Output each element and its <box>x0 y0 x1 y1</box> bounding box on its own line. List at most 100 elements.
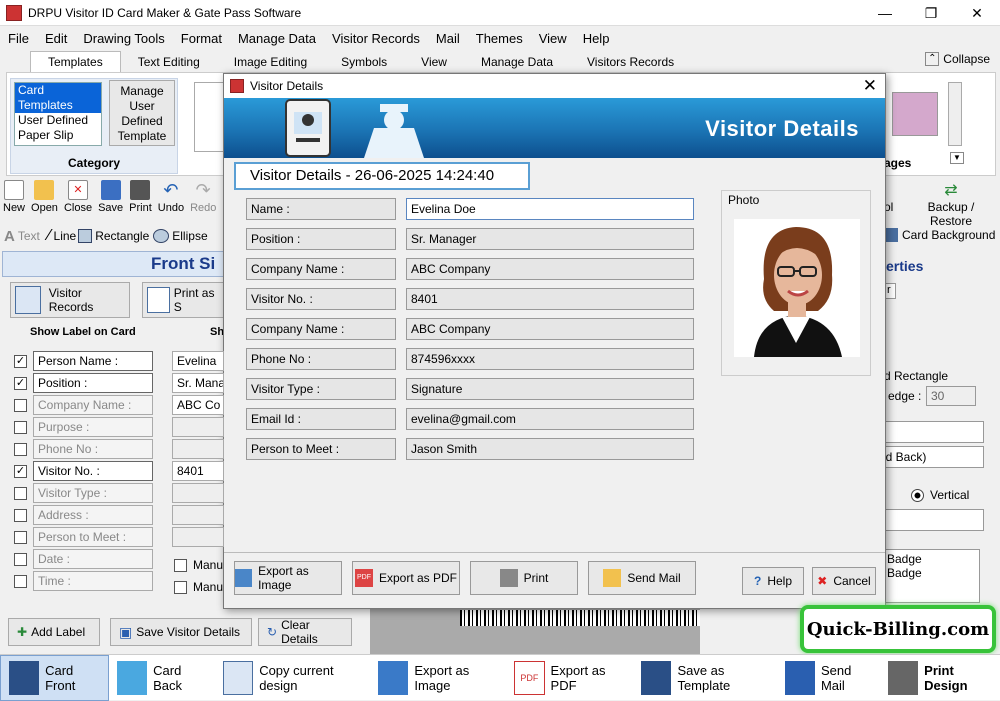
card-front-button[interactable]: Card Front <box>0 654 110 701</box>
label-value-input[interactable] <box>172 527 224 547</box>
label-text-box[interactable]: Person to Meet : <box>33 527 153 547</box>
label-text-box[interactable]: Date : <box>33 549 153 569</box>
clear-details-button[interactable]: ↻ Clear Details <box>258 618 352 646</box>
backup-restore-button[interactable]: ⇄ Backup / Restore <box>906 182 996 228</box>
manage-user-defined-template-button[interactable]: Manage User Defined Template <box>109 80 175 146</box>
tab-symbols[interactable]: Symbols <box>324 52 404 72</box>
menu-view[interactable]: View <box>531 28 575 50</box>
redo-button[interactable]: ↷ Redo <box>187 178 219 222</box>
minimize-icon[interactable]: — <box>862 0 908 26</box>
maximize-icon[interactable]: ❐ <box>908 0 954 26</box>
show-label-checkbox[interactable]: ✓ <box>14 376 27 390</box>
category-item-paper-slip[interactable]: Paper Slip <box>15 128 101 143</box>
label-text-box[interactable]: Visitor Type : <box>33 483 153 503</box>
save-as-template-button[interactable]: Save as Template <box>633 655 777 701</box>
new-button[interactable]: New <box>0 178 28 222</box>
field-value[interactable]: ABC Company <box>406 258 694 280</box>
manual-checkbox-2[interactable] <box>174 580 187 594</box>
label-value-input[interactable]: Evelina <box>172 351 224 371</box>
card-background-button[interactable]: Card Background <box>886 228 995 242</box>
undo-button[interactable]: ↶ Undo <box>155 178 187 222</box>
field-value[interactable]: Jason Smith <box>406 438 694 460</box>
menu-drawing-tools[interactable]: Drawing Tools <box>75 28 172 50</box>
send-mail-button-bottom[interactable]: Send Mail <box>777 655 880 701</box>
ellipse-tool[interactable]: Ellipse <box>153 229 208 243</box>
label-text-box[interactable]: Visitor No. : <box>33 461 153 481</box>
tab-visitors-records[interactable]: Visitors Records <box>570 52 691 72</box>
swatch-scrollbar[interactable] <box>948 82 962 146</box>
print-button-dialog[interactable]: Print <box>470 561 578 595</box>
manual-option-1[interactable]: Manu <box>174 558 223 572</box>
show-label-checkbox[interactable] <box>14 552 27 566</box>
export-image-button-bottom[interactable]: Export as Image <box>370 655 506 701</box>
copy-current-design-button[interactable]: Copy current design <box>215 655 370 701</box>
label-value-input[interactable]: Sr. Mana <box>172 373 224 393</box>
field-value[interactable]: Sr. Manager <box>406 228 694 250</box>
export-as-pdf-button[interactable]: PDF Export as PDF <box>352 561 460 595</box>
tab-templates[interactable]: Templates <box>30 51 121 72</box>
close-icon[interactable]: ✕ <box>954 0 1000 26</box>
field-value[interactable]: Signature <box>406 378 694 400</box>
cancel-button[interactable]: ✖ Cancel <box>812 567 876 595</box>
manual-option-2[interactable]: Manu <box>174 580 223 594</box>
show-label-checkbox[interactable]: ✓ <box>14 464 27 478</box>
print-as-button[interactable]: Print as S <box>142 282 224 318</box>
export-pdf-button-bottom[interactable]: PDF Export as PDF <box>506 655 633 701</box>
template-thumbnail[interactable] <box>194 82 224 152</box>
background-swatch[interactable] <box>892 92 938 136</box>
rectangle-tool[interactable]: Rectangle <box>78 229 149 243</box>
open-button[interactable]: Open <box>28 178 61 222</box>
field-value[interactable]: evelina@gmail.com <box>406 408 694 430</box>
menu-themes[interactable]: Themes <box>468 28 531 50</box>
category-list[interactable]: Card Templates User Defined Paper Slip <box>14 82 102 146</box>
menu-manage-data[interactable]: Manage Data <box>230 28 324 50</box>
menu-format[interactable]: Format <box>173 28 230 50</box>
label-text-box[interactable]: Company Name : <box>33 395 153 415</box>
close-button[interactable]: ✕ Close <box>61 178 95 222</box>
label-text-box[interactable]: Person Name : <box>33 351 153 371</box>
radio-icon[interactable] <box>911 488 924 502</box>
label-value-input[interactable] <box>172 417 224 437</box>
vertical-radio[interactable]: Vertical <box>911 488 969 502</box>
dialog-close-icon[interactable]: ✕ <box>863 76 877 96</box>
tab-text-editing[interactable]: Text Editing <box>121 52 217 72</box>
field-value[interactable]: 874596xxxx <box>406 348 694 370</box>
label-value-input[interactable] <box>172 483 224 503</box>
label-value-input[interactable]: 8401 <box>172 461 224 481</box>
field-value[interactable]: 8401 <box>406 288 694 310</box>
field-value[interactable]: ABC Company <box>406 318 694 340</box>
print-design-button[interactable]: Print Design <box>880 655 1000 701</box>
badge-list[interactable]: Badge Badge <box>884 549 980 603</box>
show-label-checkbox[interactable] <box>14 420 27 434</box>
show-label-checkbox[interactable] <box>14 398 27 412</box>
print-button[interactable]: Print <box>126 178 155 222</box>
label-value-input[interactable]: ABC Co <box>172 395 224 415</box>
label-text-box[interactable]: Position : <box>33 373 153 393</box>
menu-edit[interactable]: Edit <box>37 28 75 50</box>
label-text-box[interactable]: Time : <box>33 571 153 591</box>
show-label-checkbox[interactable] <box>14 530 27 544</box>
visitor-records-button[interactable]: Visitor Records <box>10 282 130 318</box>
text-tool[interactable]: A Text <box>4 228 40 245</box>
collapse-button[interactable]: ⌃ Collapse <box>925 52 990 66</box>
line-tool[interactable]: ∕ Line <box>48 227 76 245</box>
show-label-checkbox[interactable] <box>14 508 27 522</box>
menu-file[interactable]: File <box>0 28 37 50</box>
tab-image-editing[interactable]: Image Editing <box>217 52 324 72</box>
edge-stepper[interactable]: 30 <box>926 386 976 406</box>
front-back-select[interactable]: nd Back) <box>876 446 984 468</box>
field-value[interactable]: Evelina Doe <box>406 198 694 220</box>
category-item-user-defined[interactable]: User Defined <box>15 113 101 128</box>
label-value-input[interactable] <box>172 505 224 525</box>
show-label-checkbox[interactable] <box>14 442 27 456</box>
label-text-box[interactable]: Purpose : <box>33 417 153 437</box>
save-visitor-details-button[interactable]: ▣ Save Visitor Details <box>110 618 252 646</box>
tab-manage-data[interactable]: Manage Data <box>464 52 570 72</box>
label-value-input[interactable] <box>172 439 224 459</box>
save-button[interactable]: Save <box>95 178 126 222</box>
export-as-image-button[interactable]: Export as Image <box>234 561 342 595</box>
menu-help[interactable]: Help <box>575 28 618 50</box>
card-back-button[interactable]: Card Back <box>109 655 215 701</box>
menu-visitor-records[interactable]: Visitor Records <box>324 28 428 50</box>
category-item-card-templates[interactable]: Card Templates <box>15 83 101 113</box>
